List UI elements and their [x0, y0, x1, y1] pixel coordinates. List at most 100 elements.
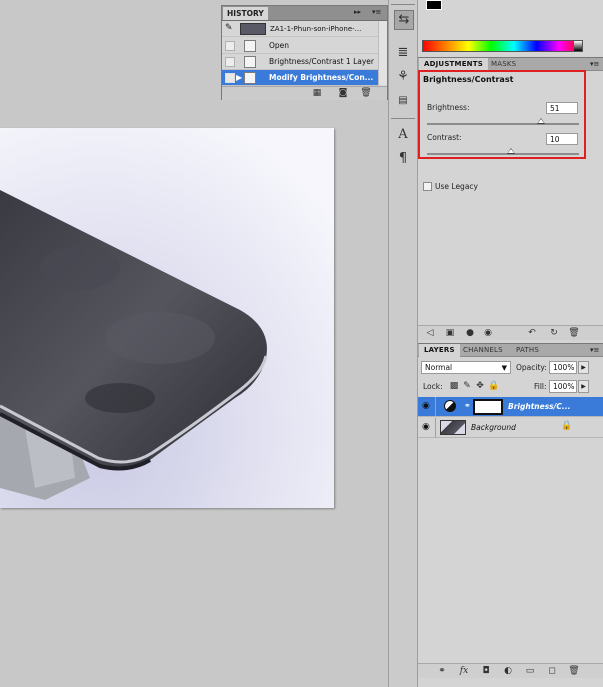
contrast-slider[interactable]: [427, 153, 579, 155]
panel-expand-icon[interactable]: ▸▸: [354, 6, 361, 18]
use-legacy-label: Use Legacy: [435, 182, 478, 191]
layer-mask-thumbnail[interactable]: [473, 399, 503, 415]
back-arrow-icon[interactable]: ◁: [424, 327, 436, 339]
paragraph-panel-icon[interactable]: ¶: [394, 150, 412, 168]
tab-paths[interactable]: PATHS: [511, 344, 544, 357]
clip-to-layer-icon[interactable]: ●: [464, 327, 476, 339]
clone-source-icon[interactable]: ▤: [394, 92, 412, 110]
layer-name: Background: [471, 423, 516, 432]
delete-state-icon[interactable]: 🗑: [360, 87, 372, 99]
panel-menu-icon[interactable]: ▾≡: [590, 344, 599, 356]
new-group-icon[interactable]: ▭: [524, 665, 536, 677]
layer-name: Brightness/C...: [508, 402, 571, 411]
fill-label: Fill:: [534, 382, 547, 391]
eye-icon[interactable]: ◉: [422, 401, 430, 411]
opacity-label: Opacity:: [516, 363, 547, 372]
history-panel: HISTORY ▸▸ ▾≡ ✎ ZA1-1-Phun-son-iPhone-..…: [221, 5, 388, 100]
tab-layers[interactable]: LAYERS: [419, 344, 460, 357]
layer-thumbnail: [440, 420, 466, 435]
expanded-view-icon[interactable]: ▣: [444, 327, 456, 339]
foreground-color-swatch[interactable]: [426, 0, 442, 10]
opacity-input[interactable]: 100%: [549, 361, 577, 374]
document-icon: [244, 72, 256, 84]
dock-divider: [391, 118, 415, 119]
contrast-input[interactable]: 10: [546, 133, 578, 145]
previous-state-icon[interactable]: ↶: [526, 327, 538, 339]
document-canvas[interactable]: [0, 128, 334, 508]
lock-transparent-icon[interactable]: ▩: [448, 380, 460, 392]
tab-channels[interactable]: CHANNELS: [458, 344, 508, 357]
history-panel-icon[interactable]: ⇆: [394, 10, 414, 30]
lock-label: Lock:: [423, 382, 443, 391]
brightness-slider[interactable]: [427, 123, 579, 125]
snapshot-label: ZA1-1-Phun-son-iPhone-...: [270, 25, 362, 33]
delete-layer-icon[interactable]: 🗑: [568, 665, 580, 677]
document-icon: [244, 56, 256, 68]
history-source-checkbox[interactable]: [225, 41, 235, 51]
lock-position-icon[interactable]: ✥: [474, 380, 486, 392]
history-state-arrow-icon: ▶: [236, 73, 243, 82]
right-panel-column: ADJUSTMENTS MASKS ▾≡ Brightness/Contrast…: [418, 0, 603, 687]
panel-menu-icon[interactable]: ▾≡: [590, 58, 599, 70]
history-source-checkbox[interactable]: [225, 73, 235, 83]
eye-icon[interactable]: ◉: [422, 422, 430, 432]
link-layers-icon[interactable]: ⚭: [436, 665, 448, 677]
color-ramp-bw[interactable]: [574, 41, 582, 51]
visibility-eye-icon[interactable]: ◉: [482, 327, 494, 339]
new-document-from-state-icon[interactable]: ▦: [311, 87, 323, 99]
history-brush-icon[interactable]: ✎: [225, 23, 237, 34]
history-item-label: Modify Brightness/Con...: [269, 73, 374, 82]
history-item-label: Open: [269, 41, 290, 50]
layers-footer: ⚭ fx ◘ ◐ ▭ ◻ 🗑: [418, 663, 603, 678]
contrast-slider-thumb[interactable]: [506, 148, 515, 154]
delete-adjustment-icon[interactable]: 🗑: [568, 327, 580, 339]
adjustment-title: Brightness/Contrast: [423, 75, 514, 84]
layer-style-fx-icon[interactable]: fx: [458, 665, 470, 677]
brightness-input[interactable]: 51: [546, 102, 578, 114]
color-ramp[interactable]: [422, 40, 583, 52]
panel-dock: ⇆ ≣ ⚘ ▤ A ¶: [388, 0, 418, 687]
contrast-label: Contrast:: [427, 133, 462, 142]
brightness-label: Brightness:: [427, 103, 470, 112]
lock-all-icon[interactable]: 🔒: [488, 380, 500, 392]
history-footer: ▦ ◙ 🗑: [222, 86, 387, 100]
lock-image-icon[interactable]: ✎: [461, 380, 473, 392]
adjust-sliders-icon[interactable]: ≣: [394, 44, 412, 62]
dock-divider: [391, 4, 415, 5]
chevron-down-icon: ▼: [501, 364, 507, 372]
history-scrollbar[interactable]: [378, 21, 387, 85]
panel-menu-icon[interactable]: ▾≡: [372, 6, 381, 18]
history-item[interactable]: Brightness/Contrast 1 Layer: [222, 54, 378, 70]
brightness-slider-thumb[interactable]: [537, 118, 545, 124]
new-adjustment-layer-icon[interactable]: ◐: [502, 665, 514, 677]
layers-tabbar: LAYERS CHANNELS PATHS ▾≡: [418, 343, 603, 357]
tab-history[interactable]: HISTORY: [223, 7, 268, 20]
history-source-checkbox[interactable]: [225, 57, 235, 67]
character-panel-icon[interactable]: A: [394, 126, 412, 144]
opacity-slider-toggle-icon[interactable]: ▶: [578, 361, 589, 374]
adjustments-footer: ◁ ▣ ● ◉ ↶ ↻ 🗑: [418, 325, 603, 340]
history-item[interactable]: Open: [222, 38, 378, 54]
reset-icon[interactable]: ↻: [548, 327, 560, 339]
fill-slider-toggle-icon[interactable]: ▶: [578, 380, 589, 393]
phone-photo: [0, 128, 334, 508]
layer-row-selected[interactable]: ◉ ⚭ Brightness/C...: [418, 397, 603, 417]
history-item-selected[interactable]: ▶ Modify Brightness/Con...: [222, 70, 378, 86]
create-snapshot-icon[interactable]: ◙: [337, 87, 349, 99]
brush-presets-icon[interactable]: ⚘: [394, 68, 412, 86]
adjustment-layer-icon: [444, 400, 456, 412]
snapshot-thumbnail: [240, 23, 266, 35]
use-legacy-checkbox[interactable]: [423, 182, 432, 191]
new-layer-icon[interactable]: ◻: [546, 665, 558, 677]
add-mask-icon[interactable]: ◘: [480, 665, 492, 677]
history-snapshot[interactable]: ✎ ZA1-1-Phun-son-iPhone-...: [222, 21, 378, 37]
chain-link-icon[interactable]: ⚭: [464, 401, 471, 410]
history-tabbar: HISTORY ▸▸ ▾≡: [222, 6, 387, 21]
adjustments-tabbar: ADJUSTMENTS MASKS ▾≡: [418, 57, 603, 71]
document-icon: [244, 40, 256, 52]
layer-row[interactable]: ◉ Background 🔒: [418, 418, 603, 438]
fill-input[interactable]: 100%: [549, 380, 577, 393]
blend-mode-value: Normal: [425, 363, 453, 372]
history-item-label: Brightness/Contrast 1 Layer: [269, 57, 374, 66]
blend-mode-select[interactable]: Normal ▼: [421, 361, 511, 374]
